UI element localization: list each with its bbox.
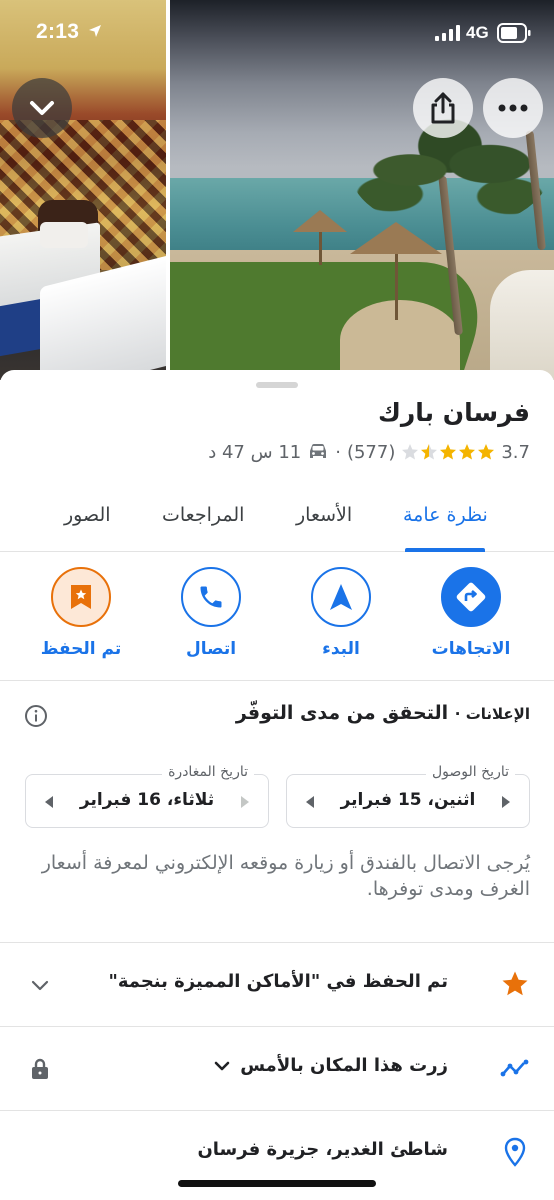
- availability-title: الإعلانات · التحقق من مدى التوفّر: [236, 702, 530, 724]
- rating-star-icon: [440, 444, 457, 460]
- collapse-button[interactable]: [12, 78, 72, 138]
- info-icon[interactable]: [24, 704, 48, 728]
- separator: ·: [335, 441, 341, 463]
- arrival-date: اثنين، 15 فبراير: [340, 790, 476, 810]
- ads-label: الإعلانات ·: [454, 705, 530, 723]
- lock-icon: [32, 1058, 48, 1079]
- address-text: شاطئ الغدير، جزيرة فرسان: [197, 1139, 448, 1160]
- tab-bar: نظرة عامة الأسعار المراجعات الصور: [0, 490, 554, 552]
- car-icon: [310, 444, 327, 458]
- active-tab-indicator: [405, 548, 485, 552]
- call-label: اتصال: [185, 639, 237, 659]
- tab-photos[interactable]: الصور: [64, 504, 111, 526]
- rating-star-icon: [421, 444, 438, 460]
- start-button[interactable]: البدء: [286, 567, 396, 659]
- arrival-date-picker[interactable]: تاريخ الوصول اثنين، 15 فبراير: [286, 764, 530, 828]
- departure-date-picker[interactable]: تاريخ المغادرة ثلاثاء، 16 فبراير: [25, 764, 269, 828]
- availability-header: الإعلانات · التحقق من مدى التوفّر: [0, 682, 554, 750]
- signal-icon: [435, 25, 460, 41]
- chevron-down-icon: [30, 101, 54, 115]
- chevron-down-icon[interactable]: [28, 973, 52, 997]
- availability-heading: التحقق من مدى التوفّر: [235, 702, 449, 724]
- previous-date-arrow-icon[interactable]: [44, 795, 54, 809]
- navigation-icon: [330, 584, 352, 610]
- call-button[interactable]: اتصال: [156, 567, 266, 659]
- tab-reviews[interactable]: المراجعات: [162, 504, 244, 526]
- battery-icon: [497, 23, 531, 43]
- saved-circle: [51, 567, 111, 627]
- place-sheet: فرسان بارك 3.7 (577) · 11 س 47 د نظرة عا…: [0, 370, 554, 1200]
- location-pin-icon: [504, 1137, 526, 1167]
- visited-row[interactable]: زرت هذا المكان بالأمس: [0, 1026, 554, 1110]
- tab-overview[interactable]: نظرة عامة: [403, 504, 488, 526]
- path: [340, 300, 460, 380]
- phone-icon: [200, 586, 222, 608]
- start-label: البدء: [322, 639, 360, 659]
- home-indicator: [178, 1180, 376, 1187]
- umbrella-pole: [395, 245, 398, 320]
- saved-list-text: تم الحفظ في "الأماكن المميزة بنجمة": [108, 971, 448, 992]
- tent: [490, 270, 554, 380]
- timeline-icon: [500, 1059, 529, 1077]
- drive-time: 11 س 47 د: [208, 441, 302, 463]
- saved-list-row[interactable]: تم الحفظ في "الأماكن المميزة بنجمة": [0, 942, 554, 1026]
- location-arrow-icon: [89, 25, 101, 37]
- availability-notice: يُرجى الاتصال بالفندق أو زيارة موقعه الإ…: [41, 852, 530, 900]
- arrival-label: تاريخ الوصول: [426, 764, 515, 780]
- star-icon: [502, 971, 528, 996]
- drag-handle[interactable]: [256, 382, 298, 388]
- rating-star-icon: [478, 444, 495, 460]
- network-label: 4G: [466, 23, 489, 42]
- directions-button[interactable]: الاتجاهات: [416, 567, 526, 659]
- saved-button[interactable]: تم الحفظ: [26, 567, 136, 659]
- saved-star-bookmark-icon: [71, 585, 91, 609]
- status-bar: 2:13 4G: [0, 0, 554, 60]
- action-bar: الاتجاهات البدء اتصال تم الحفظ: [0, 553, 554, 681]
- rating-star-icon: [402, 444, 419, 460]
- directions-circle: [441, 567, 501, 627]
- rating-stars: [401, 443, 495, 461]
- call-circle: [181, 567, 241, 627]
- directions-icon: [456, 582, 486, 612]
- departure-date: ثلاثاء، 16 فبراير: [79, 790, 215, 810]
- rating-value: 3.7: [501, 441, 530, 463]
- share-icon: [431, 92, 455, 124]
- visited-label: زرت هذا المكان بالأمس: [240, 1055, 448, 1076]
- visited-text: زرت هذا المكان بالأمس: [214, 1055, 448, 1076]
- place-title: فرسان بارك: [377, 398, 530, 427]
- review-count[interactable]: (577): [347, 442, 395, 463]
- saved-label: تم الحفظ: [40, 639, 122, 659]
- room-pillow: [40, 222, 88, 248]
- directions-label: الاتجاهات: [431, 639, 511, 659]
- previous-date-arrow-icon[interactable]: [305, 795, 315, 809]
- tab-prices[interactable]: الأسعار: [296, 504, 352, 526]
- status-time: 2:13: [36, 20, 80, 43]
- chevron-down-icon[interactable]: [214, 1060, 230, 1072]
- share-button[interactable]: [413, 78, 473, 138]
- more-horizontal-icon: [498, 104, 528, 112]
- rating-star-icon: [459, 444, 476, 460]
- start-circle: [311, 567, 371, 627]
- place-meta: 3.7 (577) · 11 س 47 د: [208, 438, 530, 466]
- departure-label: تاريخ المغادرة: [162, 764, 254, 780]
- more-button[interactable]: [483, 78, 543, 138]
